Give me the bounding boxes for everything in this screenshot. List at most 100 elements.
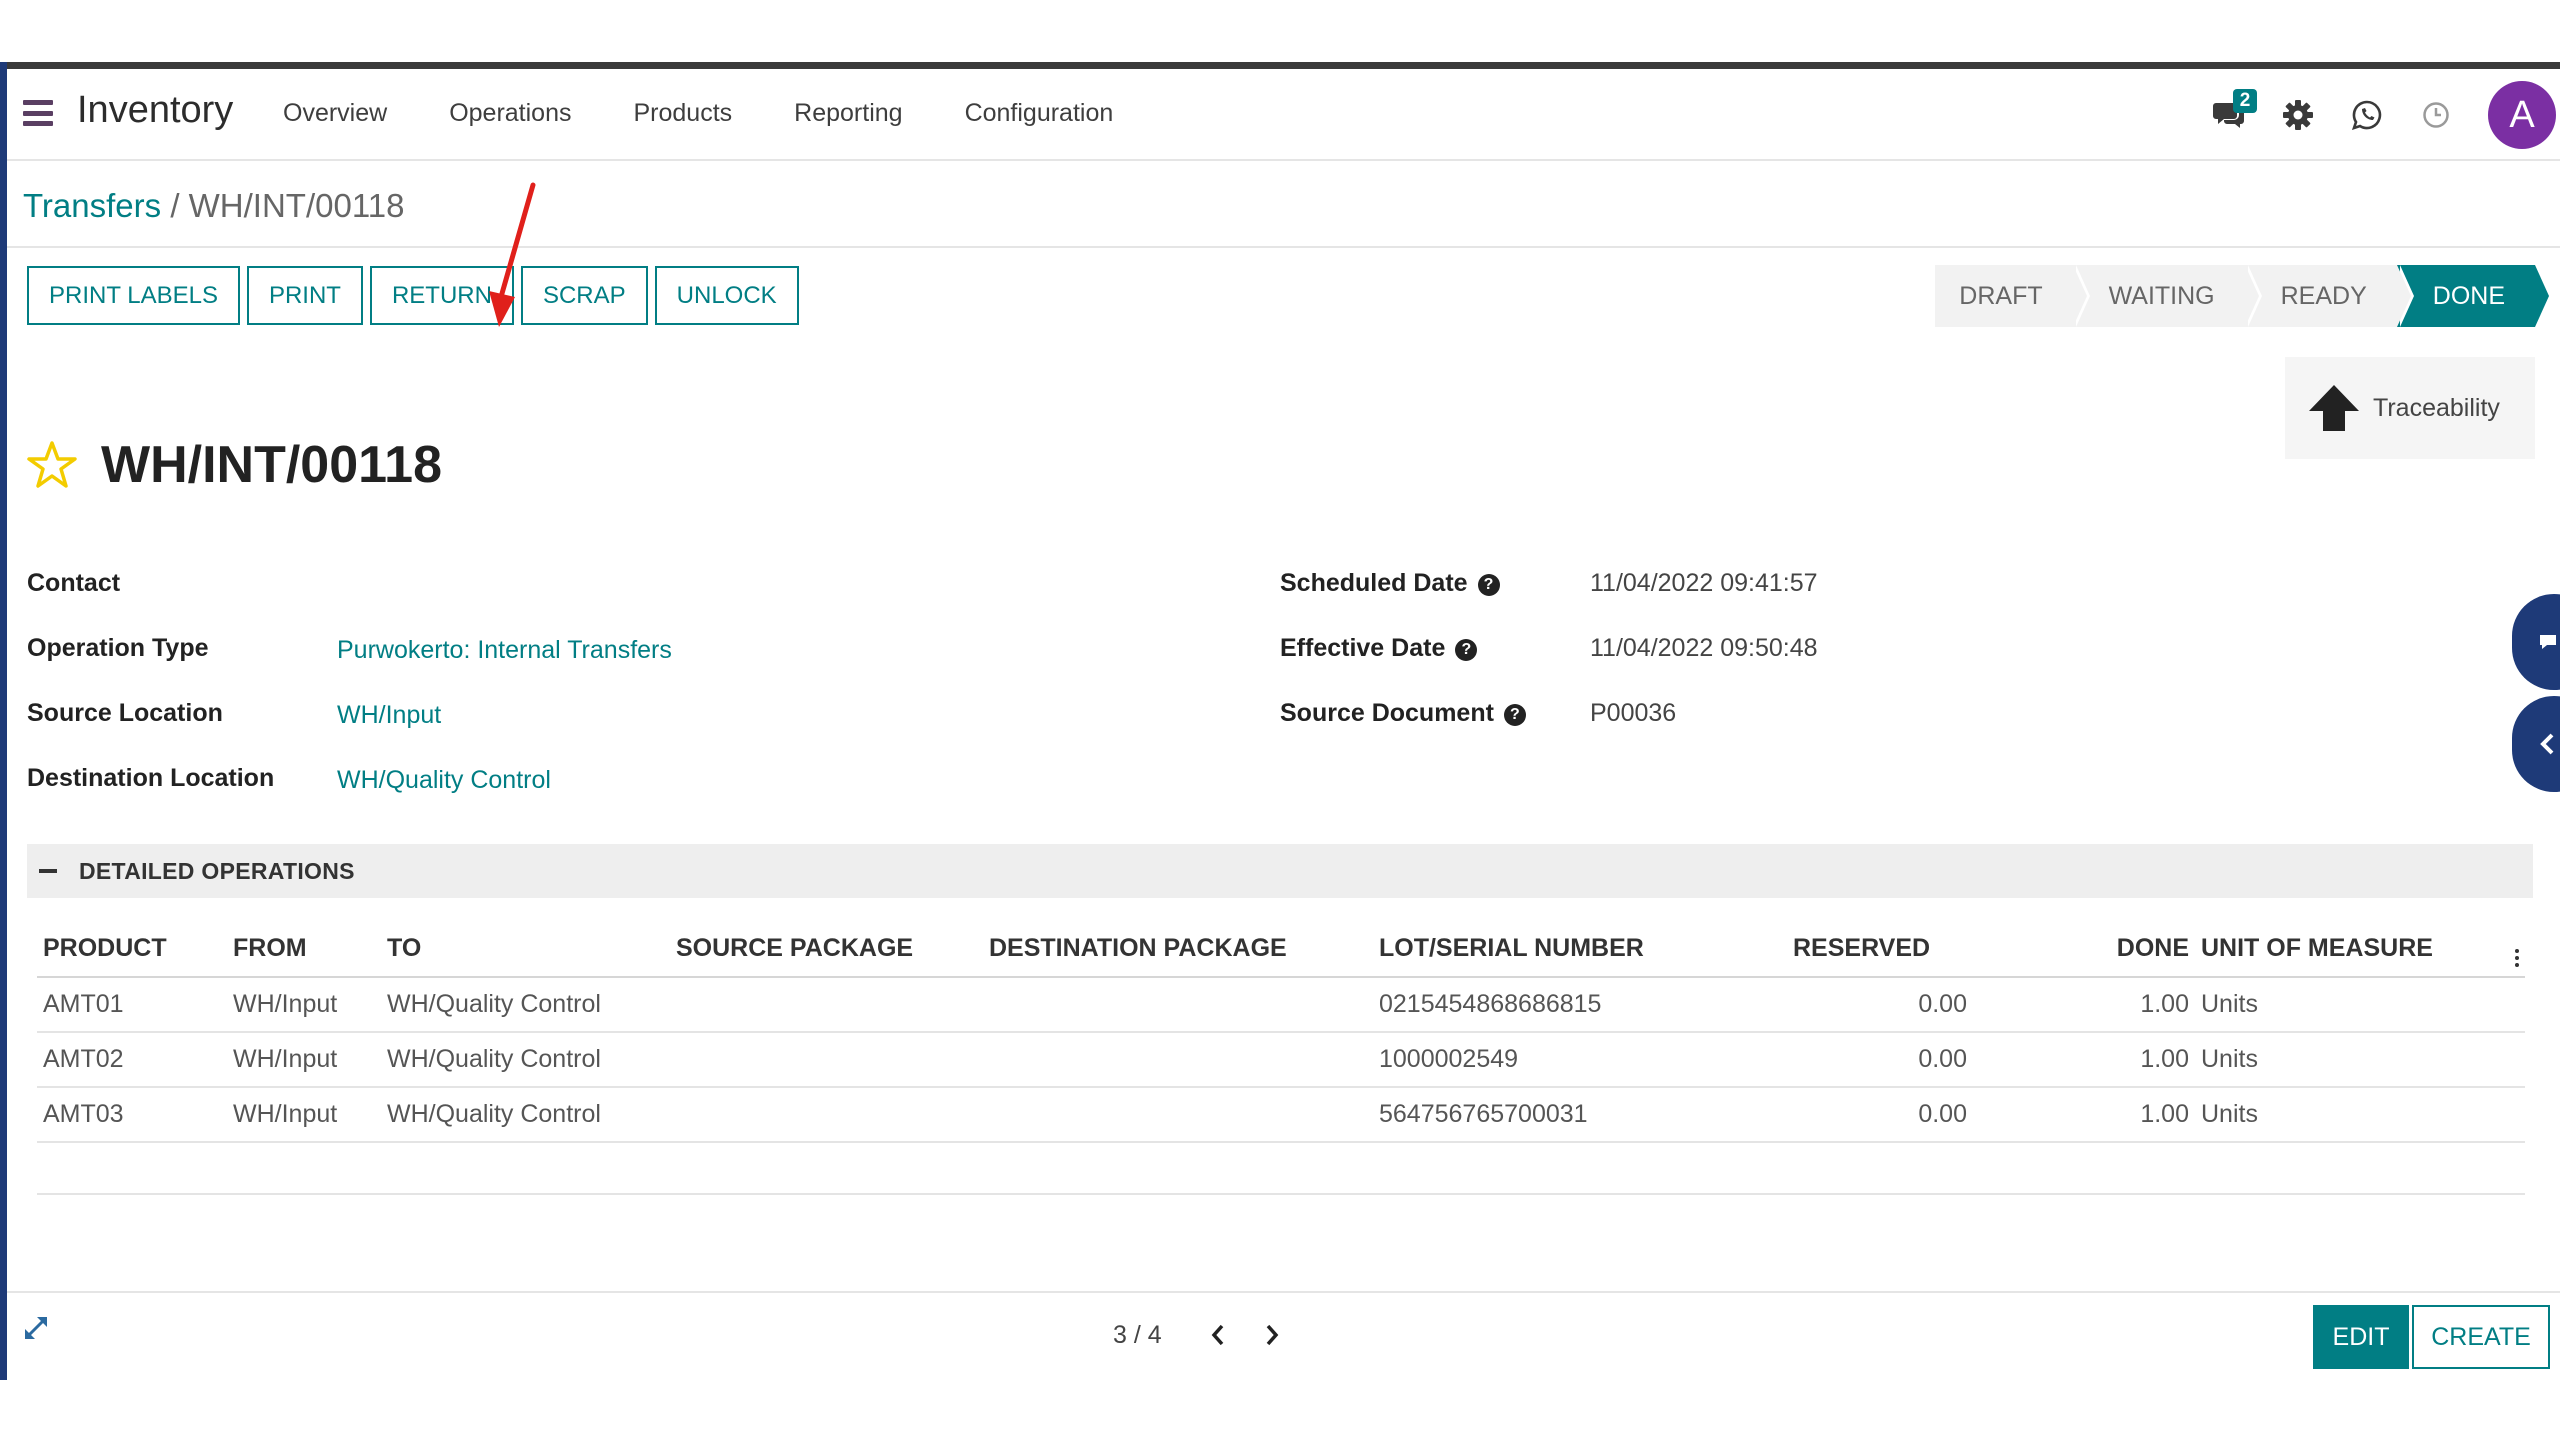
column-header-source-package[interactable]: SOURCE PACKAGE — [670, 921, 983, 978]
table-row[interactable]: AMT03 WH/Input WH/Quality Control 564756… — [37, 1087, 2525, 1143]
table-row-empty — [37, 1142, 2525, 1195]
arrow-up-icon — [2309, 385, 2359, 431]
breadcrumb-transfers-link[interactable]: Transfers — [23, 187, 161, 224]
table-row[interactable]: AMT02 WH/Input WH/Quality Control 100000… — [37, 1032, 2525, 1088]
column-header-reserved[interactable]: RESERVED — [1673, 921, 1973, 978]
detailed-operations-toggle[interactable]: DETAILED OPERATIONS — [27, 844, 2533, 898]
chevron-left-icon — [2540, 733, 2554, 755]
print-labels-button[interactable]: PRINT LABELS — [27, 266, 240, 325]
side-panel-toggle[interactable] — [2512, 696, 2560, 792]
cell-unit-of-measure: Units — [2195, 1032, 2475, 1088]
cell-source-package — [670, 1032, 983, 1088]
cell-source-package — [670, 977, 983, 1033]
activity-button[interactable] — [2416, 95, 2456, 135]
kebab-icon — [2515, 948, 2519, 967]
cell-lot-serial: 0215454868686815 — [1373, 977, 1673, 1033]
cell-destination-package — [983, 977, 1373, 1033]
cell-to: WH/Quality Control — [381, 1087, 670, 1143]
star-icon[interactable] — [27, 440, 77, 490]
cell-from: WH/Input — [227, 1087, 381, 1143]
table-header-row: PRODUCT FROM TO SOURCE PACKAGE DESTINATI… — [37, 921, 2525, 978]
annotation-arrow — [489, 182, 536, 327]
column-header-lot-serial[interactable]: LOT/SERIAL NUMBER — [1373, 921, 1673, 978]
column-header-product[interactable]: PRODUCT — [37, 921, 227, 978]
column-header-to[interactable]: TO — [381, 921, 670, 978]
stage-waiting[interactable]: WAITING — [2072, 265, 2262, 327]
stage-done[interactable]: DONE — [2396, 265, 2553, 327]
column-header-unit-of-measure[interactable]: UNIT OF MEASURE — [2195, 921, 2475, 978]
traceability-button[interactable]: Traceability — [2285, 357, 2535, 459]
cell-empty — [2475, 977, 2525, 1033]
record-title-row: WH/INT/00118 — [27, 435, 442, 495]
cell-reserved: 0.00 — [1673, 1087, 1973, 1143]
source-location-label: Source Location — [27, 699, 223, 727]
help-icon[interactable]: ? — [1455, 639, 1478, 661]
column-header-destination-package[interactable]: DESTINATION PACKAGE — [983, 921, 1373, 978]
cell-reserved: 0.00 — [1673, 977, 1973, 1033]
cell-empty — [2475, 1032, 2525, 1088]
chat-icon — [2540, 635, 2556, 649]
column-header-from[interactable]: FROM — [227, 921, 381, 978]
stage-draft[interactable]: DRAFT — [1935, 265, 2090, 327]
unlock-button[interactable]: UNLOCK — [654, 266, 799, 325]
control-panel-divider — [7, 246, 2560, 248]
menu-icon[interactable] — [23, 100, 53, 126]
settings-button[interactable] — [2278, 95, 2318, 135]
menu-item-operations[interactable]: Operations — [449, 99, 571, 128]
cell-to: WH/Quality Control — [381, 977, 670, 1033]
detailed-operations-table: PRODUCT FROM TO SOURCE PACKAGE DESTINATI… — [37, 921, 2525, 1195]
whatsapp-button[interactable] — [2347, 95, 2387, 135]
cell-from: WH/Input — [227, 977, 381, 1033]
stage-ready[interactable]: READY — [2244, 265, 2414, 327]
cell-done: 1.00 — [1973, 1032, 2195, 1088]
messages-button[interactable]: 2 — [2209, 89, 2257, 135]
gear-icon — [2283, 100, 2313, 130]
column-header-done[interactable]: DONE — [1973, 921, 2195, 978]
window-frame-top — [0, 62, 2560, 69]
action-buttons: PRINT LABELS PRINT RETURN SCRAP UNLOCK — [27, 266, 806, 325]
pager-value[interactable]: 3 / 4 — [1113, 1321, 1162, 1350]
menu-item-overview[interactable]: Overview — [283, 99, 387, 128]
breadcrumb: Transfers / WH/INT/00118 — [23, 187, 404, 225]
print-button[interactable]: PRINT — [246, 266, 363, 325]
cell-to: WH/Quality Control — [381, 1032, 670, 1088]
user-avatar[interactable]: A — [2488, 81, 2556, 149]
menu-item-reporting[interactable]: Reporting — [794, 99, 902, 128]
systray: 2 A — [2180, 69, 2560, 161]
cell-empty — [37, 1142, 2525, 1195]
effective-date-label-text: Effective Date — [1280, 634, 1446, 662]
chatter-toggle[interactable] — [2512, 594, 2560, 690]
source-location-link[interactable]: WH/Input — [337, 701, 441, 730]
clock-icon — [2423, 102, 2449, 128]
cell-reserved: 0.00 — [1673, 1032, 1973, 1088]
operation-type-link[interactable]: Purwokerto: Internal Transfers — [337, 636, 672, 665]
create-button[interactable]: CREATE — [2412, 1305, 2550, 1369]
pager-next-button[interactable] — [1252, 1315, 1292, 1355]
collapse-icon — [39, 869, 57, 873]
app-name[interactable]: Inventory — [77, 89, 233, 132]
cell-done: 1.00 — [1973, 1087, 2195, 1143]
scheduled-date-label-text: Scheduled Date — [1280, 569, 1468, 597]
cell-empty — [2475, 1087, 2525, 1143]
help-icon[interactable]: ? — [1503, 704, 1526, 726]
expand-icon[interactable] — [21, 1313, 51, 1343]
edit-button[interactable]: EDIT — [2313, 1305, 2409, 1369]
cell-lot-serial: 1000002549 — [1373, 1032, 1673, 1088]
cell-product: AMT01 — [37, 977, 227, 1033]
chevron-left-icon — [1211, 1324, 1223, 1346]
menu-item-products[interactable]: Products — [633, 99, 732, 128]
menu-item-configuration[interactable]: Configuration — [965, 99, 1114, 128]
breadcrumb-current: WH/INT/00118 — [188, 187, 405, 224]
chevron-right-icon — [1266, 1324, 1278, 1346]
effective-date-label: Effective Date? — [1280, 634, 1478, 663]
help-icon[interactable]: ? — [1477, 574, 1500, 596]
cell-unit-of-measure: Units — [2195, 1087, 2475, 1143]
effective-date-value: 11/04/2022 09:50:48 — [1590, 634, 1818, 662]
optional-columns-toggle[interactable] — [2475, 921, 2525, 978]
pager-previous-button[interactable] — [1198, 1315, 1238, 1355]
destination-location-link[interactable]: WH/Quality Control — [337, 766, 551, 795]
cell-destination-package — [983, 1032, 1373, 1088]
window-frame-left — [0, 62, 7, 1380]
source-document-label: Source Document? — [1280, 699, 1526, 728]
table-row[interactable]: AMT01 WH/Input WH/Quality Control 021545… — [37, 977, 2525, 1033]
